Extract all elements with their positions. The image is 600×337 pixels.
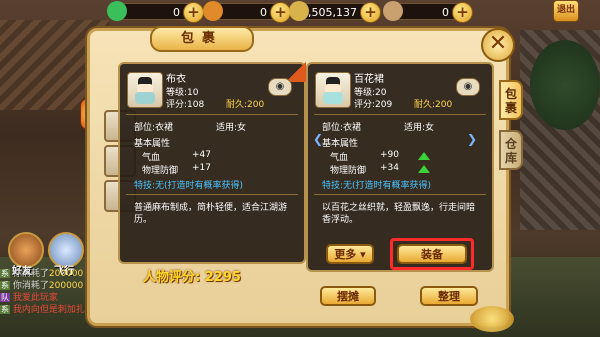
add-coins-button[interactable]: + (360, 2, 381, 23)
item-name: 布衣 (166, 74, 186, 85)
add-jade-button[interactable]: + (183, 2, 204, 23)
resource-bar: 0 + 0 + 1,505,137 + 0 + 退出 (0, 0, 600, 24)
chat-line: 系 你消耗了200000 (0, 269, 84, 279)
stall-button[interactable]: 摆摊 (320, 286, 376, 306)
add-ingot-button[interactable]: + (270, 2, 291, 23)
coin-icon (289, 1, 309, 21)
attr-value: +47 (192, 150, 211, 160)
item-gender: 适用:女 (404, 123, 435, 133)
attr-name: 气血 (142, 153, 161, 163)
item-slot: 部位:衣裙 (134, 123, 174, 133)
item-durability: 耐久:200 (414, 100, 453, 110)
ingot-icon (203, 1, 223, 21)
divider (126, 114, 298, 115)
attr-name: 物理防御 (142, 166, 179, 176)
item-trait: 特技:无(打造时有概率获得) (134, 181, 244, 191)
tab-inventory[interactable]: 包裹 (499, 80, 523, 120)
eye-icon[interactable]: ◉ (268, 78, 292, 96)
attr-value: +34 (380, 163, 399, 173)
item-score: 评分:209 (354, 100, 393, 110)
item-name: 百花裙 (354, 74, 384, 85)
divider (314, 114, 486, 115)
exit-button[interactable]: 退出 (553, 0, 579, 22)
background-tree (530, 40, 600, 130)
robe-item-icon (127, 72, 163, 108)
prev-arrow-icon[interactable]: ❮ (313, 132, 323, 146)
stat-up-arrow-icon (418, 152, 430, 160)
resource-silver: 0 + (383, 1, 473, 23)
item-slot: 部位:衣裙 (322, 123, 362, 133)
item-description: 以百花之丝织就，轻盈飘逸，行走间暗香浮动。 (322, 203, 476, 225)
resource-ingot-value: 0 (260, 6, 267, 19)
attr-header: 基本属性 (134, 139, 171, 149)
equip-highlight-box (390, 238, 474, 270)
dress-item-icon (315, 72, 351, 108)
item-durability: 耐久:200 (226, 100, 265, 110)
resource-coins: 1,505,137 + (289, 1, 381, 23)
add-silver-button[interactable]: + (452, 2, 473, 23)
sort-button[interactable]: 整理 (420, 286, 478, 306)
ornament-icon (470, 306, 514, 332)
item-trait: 特技:无(打造时有概率获得) (322, 181, 432, 191)
item-description: 普通麻布制成，简朴轻便，适合江湖游历。 (134, 203, 288, 225)
stat-up-arrow-icon (418, 165, 430, 173)
divider (126, 194, 298, 195)
attr-header: 基本属性 (322, 139, 359, 149)
attr-name: 气血 (330, 153, 349, 163)
item-score: 评分:108 (166, 100, 205, 110)
panel-title: 包裹 (150, 26, 254, 52)
chat-log[interactable]: 系 你消耗了200000 系 你消耗了200000 队 我爱此玩家 系 我内向但… (0, 268, 90, 316)
chat-line: 系 你消耗了200000 (0, 281, 84, 291)
silver-icon (383, 1, 403, 21)
more-button[interactable]: 更多 ▾ (326, 244, 374, 264)
tab-warehouse[interactable]: 仓库 (499, 130, 523, 170)
close-button[interactable]: ✕ (481, 28, 515, 62)
chat-line: 系 我内向但是刺加扎 (0, 305, 85, 315)
resource-ingot: 0 + (203, 1, 291, 23)
resource-coins-value: 1,505,137 (301, 6, 357, 19)
attr-value: +17 (192, 163, 211, 173)
resource-jade: 0 + (107, 1, 204, 23)
next-arrow-icon[interactable]: ❯ (467, 132, 477, 146)
chat-line: 队 我爱此玩家 (0, 293, 58, 303)
attr-value: +90 (380, 150, 399, 160)
attr-name: 物理防御 (330, 166, 367, 176)
resource-silver-value: 0 (442, 6, 449, 19)
eye-icon[interactable]: ◉ (456, 78, 480, 96)
equipped-item-card: 布衣 等级:10 评分:108 耐久:200 ◉ 部位:衣裙 适用:女 基本属性… (118, 62, 306, 264)
item-gender: 适用:女 (216, 123, 247, 133)
divider (314, 194, 486, 195)
resource-jade-value: 0 (173, 6, 180, 19)
jade-icon (107, 1, 127, 21)
character-score: 人物评分: 2295 (143, 270, 241, 285)
